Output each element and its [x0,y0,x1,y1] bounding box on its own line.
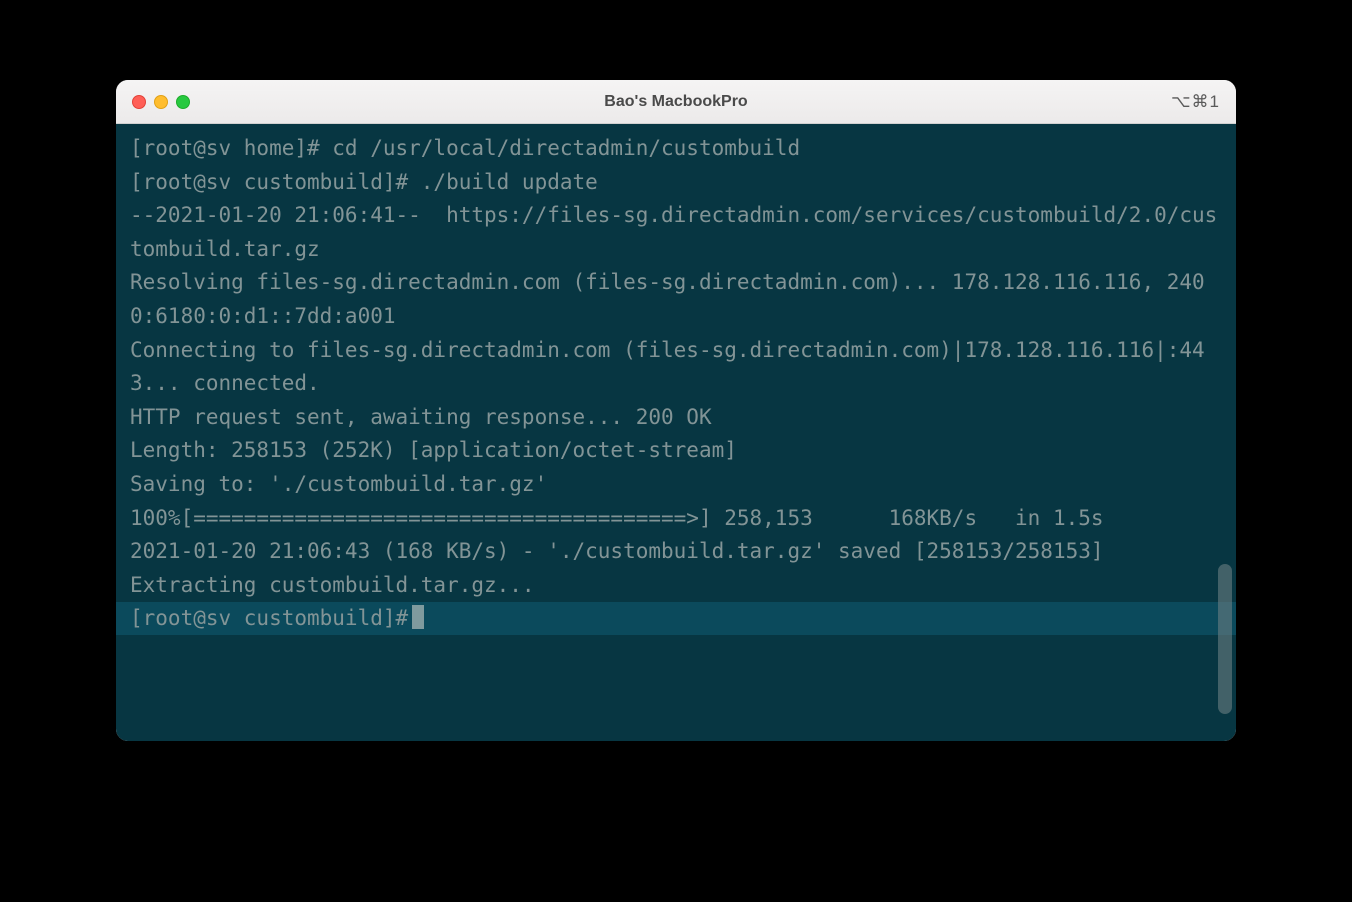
terminal-line: [root@sv custombuild]# ./build update [130,166,1222,200]
keyboard-shortcut-hint: ⌥⌘1 [1171,92,1220,112]
terminal-body[interactable]: [root@sv home]# cd /usr/local/directadmi… [116,124,1236,741]
terminal-line: Resolving files-sg.directadmin.com (file… [130,266,1222,333]
terminal-output: [root@sv home]# cd /usr/local/directadmi… [116,132,1236,602]
terminal-line: HTTP request sent, awaiting response... … [130,401,1222,435]
cursor [412,605,424,629]
window-title: Bao's MacbookPro [604,93,747,111]
terminal-line: [root@sv home]# cd /usr/local/directadmi… [130,132,1222,166]
terminal-line: Extracting custombuild.tar.gz... [130,569,1222,603]
terminal-line: --2021-01-20 21:06:41-- https://files-sg… [130,199,1222,266]
terminal-prompt-row[interactable]: [root@sv custombuild]# [116,602,1236,635]
terminal-line: Length: 258153 (252K) [application/octet… [130,434,1222,468]
terminal-line: Connecting to files-sg.directadmin.com (… [130,334,1222,401]
terminal-line: 100%[===================================… [130,502,1222,536]
maximize-button[interactable] [176,95,190,109]
scrollbar-thumb[interactable] [1218,564,1232,714]
traffic-lights [132,95,190,109]
terminal-prompt: [root@sv custombuild]# [130,602,408,636]
close-button[interactable] [132,95,146,109]
minimize-button[interactable] [154,95,168,109]
terminal-window: Bao's MacbookPro ⌥⌘1 [root@sv home]# cd … [116,80,1236,741]
terminal-line: 2021-01-20 21:06:43 (168 KB/s) - './cust… [130,535,1222,569]
terminal-line: Saving to: './custombuild.tar.gz' [130,468,1222,502]
titlebar[interactable]: Bao's MacbookPro ⌥⌘1 [116,80,1236,124]
